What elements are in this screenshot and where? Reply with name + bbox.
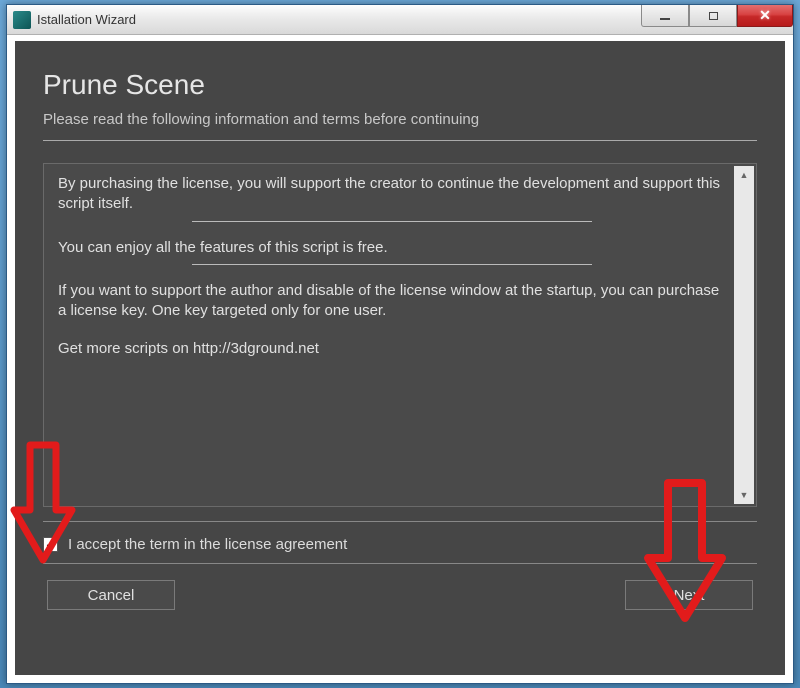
window-title: Istallation Wizard (37, 12, 136, 27)
titlebar[interactable]: Istallation Wizard ✕ (7, 5, 793, 35)
divider (43, 521, 757, 522)
minimize-icon (660, 18, 670, 20)
page-subheading: Please read the following information an… (43, 111, 757, 128)
installer-window: Istallation Wizard ✕ Prune Scene Please … (6, 4, 794, 684)
button-row: Cancel Next (43, 580, 757, 610)
page-heading: Prune Scene (43, 69, 757, 101)
scroll-down-icon[interactable]: ▼ (734, 486, 754, 504)
scroll-up-icon[interactable]: ▲ (734, 166, 754, 184)
close-button[interactable]: ✕ (737, 5, 793, 27)
license-paragraph: Get more scripts on http://3dground.net (58, 339, 726, 359)
license-divider (192, 264, 592, 265)
next-button[interactable]: Next (625, 580, 753, 610)
license-paragraph: If you want to support the author and di… (58, 281, 726, 322)
accept-row: ✔ I accept the term in the license agree… (43, 536, 757, 553)
close-icon: ✕ (759, 7, 771, 24)
window-controls: ✕ (641, 5, 793, 29)
license-divider (192, 221, 592, 222)
maximize-button[interactable] (689, 5, 737, 27)
wizard-content: Prune Scene Please read the following in… (15, 41, 785, 675)
minimize-button[interactable] (641, 5, 689, 27)
license-text-box[interactable]: By purchasing the license, you will supp… (43, 163, 757, 507)
license-paragraph: You can enjoy all the features of this s… (58, 238, 726, 258)
license-paragraph: By purchasing the license, you will supp… (58, 174, 726, 215)
app-icon (13, 11, 31, 29)
scrollbar[interactable]: ▲ ▼ (734, 166, 754, 504)
maximize-icon (709, 12, 718, 20)
divider (43, 140, 757, 141)
accept-label: I accept the term in the license agreeme… (68, 536, 347, 553)
divider (43, 563, 757, 564)
accept-checkbox[interactable]: ✔ (43, 537, 58, 552)
cancel-button[interactable]: Cancel (47, 580, 175, 610)
